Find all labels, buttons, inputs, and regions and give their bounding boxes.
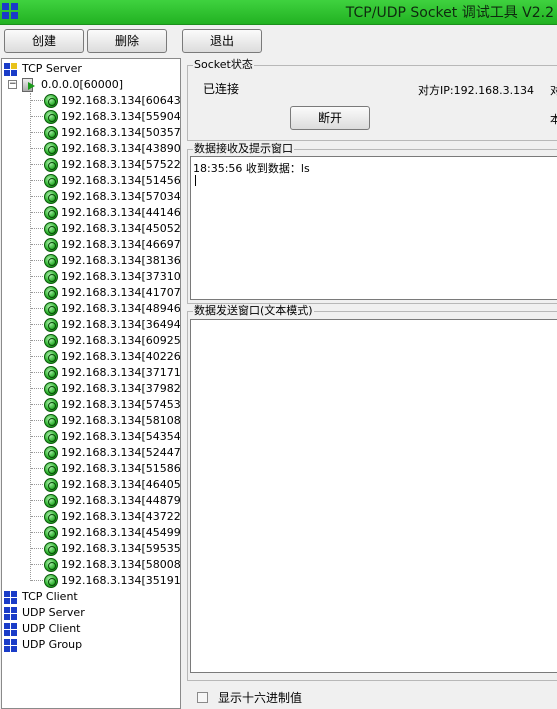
connection-icon [44,286,58,300]
send-window-title: 数据发送窗口(文本模式) [193,304,314,317]
hex-display-label[interactable]: 显示十六进制值 [218,689,302,706]
receive-log-line: 18:35:56 收到数据：ls [193,162,310,175]
tree-item-label: 192.168.3.134[58108] [61,414,181,427]
connection-icon [44,174,58,188]
connection-state: 已连接 [203,82,240,96]
udp-server-icon [4,607,17,620]
connection-icon [44,494,58,508]
tree-item-label: 192.168.3.134[46697] [61,238,181,251]
tree-item-label: 192.168.3.134[60925] [61,334,181,347]
tree-item-label: 192.168.3.134[48946] [61,302,181,315]
tree-item-label: UDP Group [22,638,83,651]
listening-server-icon [22,77,36,92]
connection-icon [44,350,58,364]
tree-item-label: 192.168.3.134[43890] [61,142,181,155]
tree-item-label: 0.0.0.0[60000] [41,78,124,91]
tree-item-label: 192.168.3.134[54354] [61,430,181,443]
title-bar: TCP/UDP Socket 调试工具 V2.2 [0,0,557,25]
connection-icon [44,382,58,396]
tree-item-label: 192.168.3.134[37982] [61,382,181,395]
connection-icon [44,302,58,316]
tree-item-label: 192.168.3.134[50357] [61,126,181,139]
tree-item-label: 192.168.3.134[51586] [61,462,181,475]
window-title: TCP/UDP Socket 调试工具 V2.2 [345,5,554,21]
app-icon [2,3,18,19]
receive-textarea[interactable]: 18:35:56 收到数据：ls [190,156,557,300]
exit-button[interactable]: 退出 [182,29,262,53]
receive-window-title: 数据接收及提示窗口 [193,142,294,155]
tree-item-label: 192.168.3.134[40226] [61,350,181,363]
tree-item-label: 192.168.3.134[58008] [61,558,181,571]
tree-item-label: 192.168.3.134[60643] [61,94,181,107]
connection-icon [44,414,58,428]
connection-icon [44,542,58,556]
connection-icon [44,206,58,220]
hex-display-checkbox[interactable] [197,692,208,703]
connection-icon [44,158,58,172]
delete-button[interactable]: 删除 [87,29,167,53]
connection-icon [44,254,58,268]
connection-icon [44,126,58,140]
udp-client-icon [4,623,17,636]
connection-icon [44,574,58,588]
tree-item-label: 192.168.3.134[45499] [61,526,181,539]
tree-item-label: 192.168.3.134[55904] [61,110,181,123]
connection-icon [44,142,58,156]
send-textarea[interactable] [190,319,557,673]
tree-item-label: 192.168.3.134[57453] [61,398,181,411]
connection-icon [44,270,58,284]
local-info-label: 本 [550,113,557,126]
tree-item-label: 192.168.3.134[44146] [61,206,181,219]
connection-icon [44,318,58,332]
tree-item-label: UDP Server [22,606,85,619]
connection-icon [44,462,58,476]
tree-item-label: 192.168.3.134[44879] [61,494,181,507]
tree-item-label: 192.168.3.134[51456] [61,174,181,187]
tcp-client-icon [4,591,17,604]
connection-icon [44,478,58,492]
connection-icon [44,238,58,252]
tree-item-label: 192.168.3.134[41707] [61,286,181,299]
create-button[interactable]: 创建 [4,29,84,53]
tcp-server-icon [4,63,17,76]
tree-item-label: UDP Client [22,622,81,635]
connection-icon [44,430,58,444]
socket-tree[interactable]: TCP Server − 0.0.0.0[60000] 192.168.3.13… [1,58,181,709]
tree-item-label: TCP Server [22,62,82,75]
peer-ip: 对方IP:192.168.3.134 [418,84,535,97]
collapse-icon[interactable]: − [8,80,17,89]
tree-item-label: 192.168.3.134[38136] [61,254,181,267]
tree-item-label: 192.168.3.134[45052] [61,222,181,235]
tree-item-label: 192.168.3.134[46405] [61,478,181,491]
text-caret [195,175,196,186]
socket-status-group [187,65,557,141]
connection-icon [44,510,58,524]
connection-icon [44,526,58,540]
tree-item-label: 192.168.3.134[35191] [61,574,181,587]
socket-status-title: Socket状态 [193,58,254,71]
peer-port-label: 对 [550,84,557,97]
tree-item-label: 192.168.3.134[57034] [61,190,181,203]
tree-item-label: 192.168.3.134[57522] [61,158,181,171]
tree-item-label: 192.168.3.134[36494] [61,318,181,331]
tree-item-label: 192.168.3.134[37310] [61,270,181,283]
connection-icon [44,366,58,380]
connection-icon [44,558,58,572]
disconnect-button[interactable]: 断开 [290,106,370,130]
tree-item-label: TCP Client [22,590,78,603]
udp-group-icon [4,639,17,652]
tree-item-label: 192.168.3.134[43722] [61,510,181,523]
connection-icon [44,190,58,204]
tree-item-label: 192.168.3.134[59535] [61,542,181,555]
tree-item-label: 192.168.3.134[52447] [61,446,181,459]
connection-icon [44,446,58,460]
connection-icon [44,110,58,124]
connection-icon [44,222,58,236]
connection-icon [44,398,58,412]
connection-icon [44,94,58,108]
tree-item-label: 192.168.3.134[37171] [61,366,181,379]
connection-icon [44,334,58,348]
